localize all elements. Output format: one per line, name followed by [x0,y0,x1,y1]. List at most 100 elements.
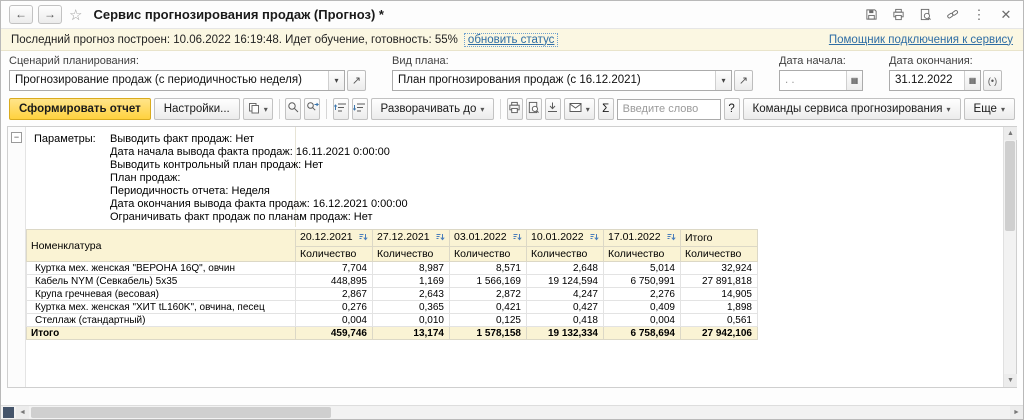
plan-kind-value: План прогнозирования продаж (с 16.12.202… [398,74,641,86]
column-subheader-quantity: Количество [526,246,604,262]
column-header-total[interactable]: Итого [680,229,758,247]
value-cell: 5,014 [603,261,681,275]
find-next-button[interactable] [304,98,321,120]
scenario-input[interactable]: Прогнозирование продаж (с периодичностью… [9,70,345,91]
column-subheader-quantity: Количество [449,246,527,262]
scenario-open-button[interactable]: ↗ [347,70,366,91]
date-start-value: . . [785,74,795,86]
date-end-calendar-button[interactable]: ▦ [964,71,980,90]
copy-variant-button[interactable]: ▾ [242,98,273,120]
collapse-levels-button[interactable] [332,98,349,120]
column-subheader-quantity: Количество [372,246,450,262]
collapse-group-toggle[interactable]: − [11,132,22,143]
expand-to-button[interactable]: Разворачивать до ▾ [370,98,495,120]
word-search-input[interactable] [616,98,721,120]
service-helper-link[interactable]: Помощник подключения к сервису [829,34,1013,46]
column-header-date[interactable]: 10.01.2022 [526,229,604,247]
column-header-date[interactable]: 20.12.2021 [295,229,373,247]
param-line: Дата начала вывода факта продаж: 16.11.2… [110,146,390,158]
value-cell: 0,365 [372,300,450,314]
back-button[interactable]: ← [9,5,33,24]
date-end-input[interactable]: 31.12.2022 ▦ [889,70,981,91]
column-header-nomenclature[interactable]: Номенклатура [26,229,296,262]
refresh-status-link[interactable]: обновить статус [463,32,559,47]
search-icon [287,101,300,117]
calendar-icon: ▦ [968,76,977,85]
plan-kind-label: Вид плана: [392,55,449,67]
plan-kind-open-button[interactable]: ↗ [734,70,753,91]
column-header-date[interactable]: 03.01.2022 [449,229,527,247]
chevron-down-icon: ▾ [946,104,951,114]
service-commands-button[interactable]: Команды сервиса прогнозирования ▾ [742,98,961,120]
sum-button[interactable]: Σ [597,98,614,120]
search-next-icon [306,101,319,117]
column-header-date[interactable]: 17.01.2022 [603,229,681,247]
plan-kind-input[interactable]: План прогнозирования продаж (с 16.12.202… [392,70,732,91]
scenario-dropdown-button[interactable]: ▾ [328,71,344,90]
settings-button[interactable]: Настройки... [153,98,240,120]
scenario-value: Прогнозирование продаж (с периодичностью… [15,74,302,86]
find-button[interactable] [285,98,302,120]
date-start-input[interactable]: . . ▦ [779,70,863,91]
app-window: ← → ☆ Сервис прогнозирования продаж (Про… [0,0,1024,420]
calendar-icon: ▦ [850,76,859,85]
scroll-down-button[interactable]: ▼ [1004,374,1017,387]
more-menu-icon[interactable]: ⋮ [970,6,988,24]
column-subheader-quantity: Количество [295,246,373,262]
save-icon[interactable] [862,6,880,24]
date-end-value: 31.12.2022 [895,74,953,86]
print-preview-icon[interactable] [916,6,934,24]
forward-button[interactable]: → [38,5,62,24]
print-button[interactable] [507,98,523,120]
vertical-scroll-thumb[interactable] [1005,141,1015,231]
total-label-cell: Итого [26,326,296,340]
more-actions-button[interactable]: Еще ▾ [963,98,1015,120]
get-link-icon[interactable] [943,6,961,24]
sort-descending-icon[interactable] [512,232,522,245]
scroll-up-button[interactable]: ▲ [1004,127,1017,140]
chevron-down-icon: ▾ [334,76,339,85]
generate-report-button[interactable]: Сформировать отчет [9,98,151,120]
value-cell: 8,987 [372,261,450,275]
date-start-field-group: Дата начала: . . ▦ [779,55,863,91]
print-preview-button[interactable] [525,98,542,120]
expand-levels-icon [353,101,366,117]
help-button[interactable]: ? [723,98,740,120]
value-cell: 7,704 [295,261,373,275]
value-cell: 0,561 [680,313,758,327]
column-subheader-quantity: Количество [680,246,758,262]
date-start-calendar-button[interactable]: ▦ [846,71,862,90]
horizontal-scroll-thumb[interactable] [31,407,331,418]
print-icon[interactable] [889,6,907,24]
expand-levels-button[interactable] [351,98,368,120]
save-result-button[interactable] [544,98,561,120]
value-cell: 448,895 [295,274,373,288]
column-header-date[interactable]: 27.12.2021 [372,229,450,247]
value-cell: 14,905 [680,287,758,301]
vertical-scroll-track[interactable] [1004,140,1016,374]
scroll-right-button[interactable]: ► [1010,406,1023,419]
report-canvas: − Параметры: Выводить факт продаж: Нет Да… [8,127,1003,387]
horizontal-scrollbar[interactable]: ◄ ► [1,405,1023,419]
expand-to-label: Разворачивать до [380,103,477,115]
close-icon[interactable]: ✕ [997,6,1015,24]
value-cell: 0,421 [449,300,527,314]
sort-descending-icon[interactable] [666,232,676,245]
item-name-cell: Кабель NYM (Севкабель) 5х35 [26,274,296,288]
sort-descending-icon[interactable] [435,232,445,245]
send-email-button[interactable]: ▾ [563,98,595,120]
scroll-left-button[interactable]: ◄ [16,406,29,419]
period-picker-button[interactable]: (•) [983,70,1002,91]
sort-descending-icon[interactable] [589,232,599,245]
vertical-scrollbar[interactable]: ▲ ▼ [1003,127,1017,387]
value-cell: 2,867 [295,287,373,301]
horizontal-scroll-track[interactable] [29,406,1010,419]
plan-kind-dropdown-button[interactable]: ▾ [715,71,731,90]
favorite-star-icon[interactable]: ☆ [69,6,82,24]
param-line: Выводить контрольный план продаж: Нет [110,159,324,171]
table-row: Куртка мех. женская "ВЕРОНА 16Q", овчин 7… [26,261,758,275]
table-row: Стеллаж (стандартный) 0,004 0,010 0,125 0,41… [26,313,758,327]
sort-descending-icon[interactable] [358,232,368,245]
item-name-cell: Куртка мех. женская "ВЕРОНА 16Q", овчин [26,261,296,275]
splitter-handle[interactable] [3,407,14,418]
